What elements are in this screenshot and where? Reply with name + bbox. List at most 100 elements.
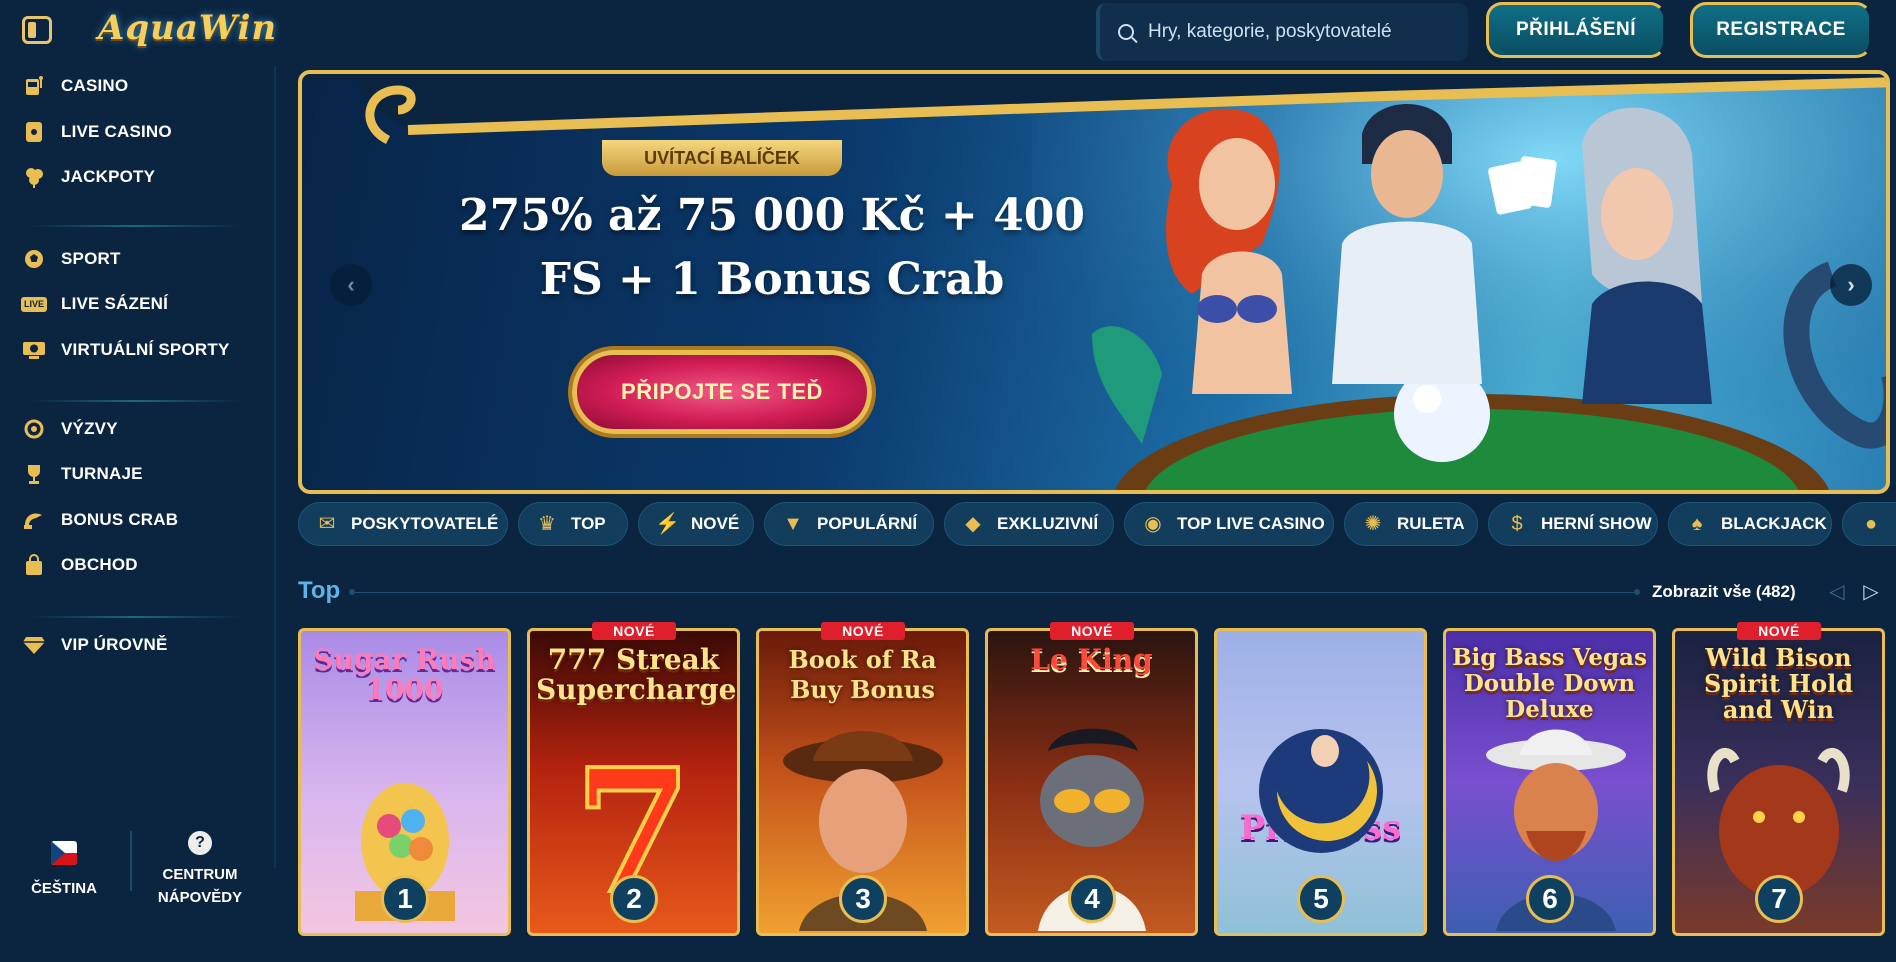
hero-prev-arrow-icon[interactable]: ‹ (330, 264, 372, 306)
sidebar-item-live-casino[interactable]: LIVE CASINO (0, 112, 276, 152)
sidebar-item-virtual-sports[interactable]: VIRTUÁLNÍ SPORTY (0, 330, 276, 370)
game-card[interactable]: Le King 4 (985, 628, 1198, 936)
sidebar-item-live-betting[interactable]: LIVE LIVE SÁZENÍ (0, 284, 276, 324)
sidebar-item-label: VÝZVY (61, 419, 118, 438)
sidebar-item-label: LIVE SÁZENÍ (61, 294, 169, 313)
diamond-icon (22, 633, 46, 657)
sidebar-item-jackpots[interactable]: JACKPOTY (0, 157, 276, 197)
new-badge: NOVÉ (1737, 622, 1821, 640)
hero-next-arrow-icon[interactable]: › (1830, 264, 1872, 306)
more-category-icon: ● (1864, 513, 1878, 535)
sidebar-item-label: VIRTUÁLNÍ SPORTY (61, 340, 230, 359)
login-button[interactable]: PŘIHLÁŠENÍ (1486, 2, 1666, 58)
live-badge-icon: LIVE (21, 292, 48, 316)
sidebar-footer: ČEŠTINA ? CENTRUM NÁPOVĚDY (0, 761, 276, 906)
sidebar-divider (30, 225, 240, 227)
game-title: 777 Streak Supercharged (536, 643, 740, 706)
search-icon (1118, 24, 1134, 40)
carousel-next-arrow-icon[interactable]: ▷ (1860, 580, 1882, 603)
cards-icon: ♠ (1691, 513, 1703, 535)
challenge-icon (22, 417, 46, 441)
rank-badge: 1 (381, 875, 429, 923)
sidebar-item-shop[interactable]: OBCHOD (0, 545, 276, 585)
sidebar-item-label: JACKPOTY (61, 167, 156, 186)
rank-badge: 7 (1755, 875, 1803, 923)
sidebar-divider (30, 616, 240, 618)
rank-badge: 2 (610, 875, 658, 923)
chip-icon: ◉ (1144, 513, 1162, 535)
sidebar-item-label: CASINO (61, 76, 129, 95)
gold-frame-decoration (302, 74, 1886, 145)
game-card[interactable]: 777 Streak Supercharged 7 2 (527, 628, 740, 936)
sidebar-item-label: OBCHOD (61, 555, 138, 574)
sidebar-item-sport[interactable]: SPORT (0, 239, 276, 279)
sidebar-toggle-icon[interactable] (22, 16, 52, 44)
gem-icon: ◆ (965, 513, 981, 535)
sidebar-item-label: SPORT (61, 249, 121, 268)
slot-machine-icon (22, 74, 46, 98)
sidebar-item-label: VIP ÚROVNĚ (61, 635, 168, 654)
game-card[interactable]: Book of Ra Buy Bonus 3 (756, 628, 969, 936)
sidebar-item-bonus-crab[interactable]: BONUS CRAB (0, 500, 276, 540)
sidebar-item-label: TURNAJE (61, 464, 143, 483)
coins-icon: $ (1511, 513, 1523, 535)
help-label: CENTRUM NÁPOVĚDY (157, 866, 243, 906)
sidebar-item-label: BONUS CRAB (61, 510, 179, 529)
sidebar-item-vip[interactable]: VIP ÚROVNĚ (0, 625, 276, 665)
trophy-icon (22, 462, 46, 486)
ice-cream-icon: ▼ (783, 513, 803, 535)
category-new[interactable]: ⚡ NOVÉ (638, 502, 754, 546)
game-card[interactable]: Moon Princess 5 (1214, 628, 1427, 936)
game-title: Big Bass Vegas Double Down Deluxe (1452, 644, 1647, 723)
category-top-live-casino[interactable]: ◉ TOP LIVE CASINO (1124, 502, 1334, 546)
search-placeholder: Hry, kategorie, poskytovatelé (1148, 21, 1392, 42)
hero-banner[interactable]: UVÍTACÍ BALÍČEK 275% až 75 000 Kč + 400 … (298, 70, 1890, 494)
game-card[interactable]: Wild Bison Spirit Hold and Win 7 (1672, 628, 1885, 936)
category-more[interactable]: ● (1842, 502, 1896, 546)
card-icon (22, 120, 46, 144)
category-pills: ✉ POSKYTOVATELÉ ♛ TOP ⚡ NOVÉ ▼ POPULÁRNÍ… (298, 502, 1896, 548)
join-now-button[interactable]: PŘIPOJTE SE TEĎ (572, 350, 872, 434)
game-title: Book of Ra Buy Bonus (788, 645, 937, 704)
help-icon: ? (188, 831, 212, 855)
sidebar-item-tournaments[interactable]: TURNAJE (0, 454, 276, 494)
rank-badge: 6 (1526, 875, 1574, 923)
section-divider (349, 589, 1640, 595)
section-title-top: Top (298, 577, 341, 604)
crown-icon: ♛ (538, 513, 556, 535)
sidebar-divider (30, 400, 240, 402)
claw-icon (22, 508, 46, 532)
carousel-prev-arrow-icon[interactable]: ◁ (1826, 580, 1848, 603)
new-badge: NOVÉ (592, 622, 676, 640)
game-title: Wild Bison Spirit Hold and Win (1703, 643, 1853, 724)
game-card[interactable]: Sugar Rush 1000 1 (298, 628, 511, 936)
category-game-show[interactable]: $ HERNÍ SHOW (1488, 502, 1658, 546)
shopping-bag-icon (22, 553, 46, 577)
rank-badge: 5 (1297, 875, 1345, 923)
clover-icon (22, 165, 46, 189)
category-blackjack[interactable]: ♠ BLACKJACK (1668, 502, 1832, 546)
sidebar-item-label: LIVE CASINO (61, 122, 172, 141)
category-exclusive[interactable]: ◆ EXKLUZIVNÍ (944, 502, 1114, 546)
soccer-ball-icon (22, 247, 46, 271)
sidebar-item-challenges[interactable]: VÝZVY (0, 409, 276, 449)
scroll-icon: ✉ (318, 513, 336, 535)
new-badge: NOVÉ (1050, 622, 1134, 640)
category-roulette[interactable]: ✺ RULETA (1344, 502, 1478, 546)
rank-badge: 4 (1068, 875, 1116, 923)
game-card[interactable]: Big Bass Vegas Double Down Deluxe 6 (1443, 628, 1656, 936)
category-top[interactable]: ♛ TOP (518, 502, 628, 546)
sidebar: CASINO LIVE CASINO JACKPOTY SPORT LIVE L… (0, 66, 276, 906)
czech-flag-icon (51, 841, 77, 865)
site-logo[interactable]: AquaWin (98, 8, 277, 52)
view-all-link[interactable]: Zobrazit vše (482) (1652, 582, 1796, 602)
sidebar-item-casino[interactable]: CASINO (0, 66, 276, 106)
help-center-link[interactable]: ? CENTRUM NÁPOVĚDY (148, 831, 252, 939)
category-popular[interactable]: ▼ POPULÁRNÍ (764, 502, 934, 546)
register-button[interactable]: REGISTRACE (1690, 2, 1872, 58)
virtual-sports-icon (22, 338, 46, 362)
search-input[interactable]: Hry, kategorie, poskytovatelé (1096, 3, 1468, 61)
category-providers[interactable]: ✉ POSKYTOVATELÉ (298, 502, 508, 546)
language-selector[interactable]: ČEŠTINA (24, 841, 104, 949)
game-title: Le King (1030, 643, 1153, 676)
